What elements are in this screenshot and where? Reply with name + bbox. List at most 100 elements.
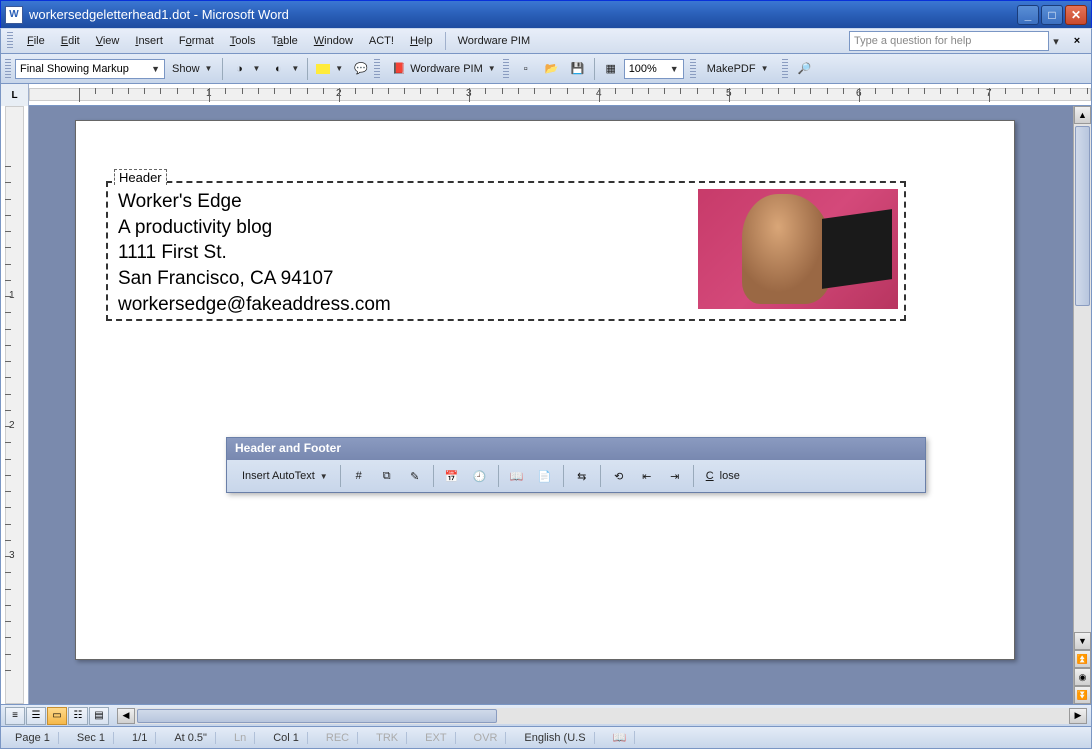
menu-insert[interactable]: Insert: [127, 32, 171, 50]
makepdf-button[interactable]: MakePDF▼: [700, 58, 776, 80]
vertical-ruler[interactable]: 123: [1, 106, 29, 704]
scroll-down-button[interactable]: ▼: [1074, 632, 1091, 650]
menu-table[interactable]: Table: [263, 32, 305, 50]
workspace: 123 Header Worker's Edge A productivity …: [0, 106, 1092, 705]
show-hide-doc-button[interactable]: 📄: [532, 464, 558, 488]
status-rec[interactable]: REC: [318, 732, 358, 744]
header-region[interactable]: Header Worker's Edge A productivity blog…: [106, 181, 906, 321]
menu-tools[interactable]: Tools: [222, 32, 264, 50]
scroll-right-button[interactable]: ▶: [1069, 708, 1087, 724]
markup-view-combo[interactable]: Final Showing Markup ▼: [15, 59, 165, 79]
web-view-button[interactable]: ☰: [26, 707, 46, 725]
toolbar-grip-icon[interactable]: [503, 59, 509, 79]
format-page-button[interactable]: ✎: [402, 464, 428, 488]
switch-header-footer-button[interactable]: ⟲: [606, 464, 632, 488]
calendar-icon: 📅: [444, 468, 460, 484]
header-footer-title[interactable]: Header and Footer: [227, 438, 925, 460]
menu-close-button[interactable]: ×: [1069, 33, 1085, 49]
scroll-track[interactable]: [135, 708, 1069, 724]
status-section[interactable]: Sec 1: [69, 732, 114, 744]
page[interactable]: Header Worker's Edge A productivity blog…: [75, 120, 1015, 660]
header-footer-toolbar[interactable]: Header and Footer Insert AutoText▼ # ⧉ ✎…: [226, 437, 926, 493]
show-button[interactable]: Show▼: [165, 58, 219, 80]
toolbar-grip-icon[interactable]: [5, 59, 11, 79]
status-at[interactable]: At 0.5": [166, 732, 216, 744]
scroll-left-button[interactable]: ◀: [117, 708, 135, 724]
next-change-button[interactable]: ◐▼: [265, 58, 304, 80]
minimize-button[interactable]: _: [1017, 5, 1039, 25]
new-button[interactable]: ▫: [513, 58, 539, 80]
scroll-up-button[interactable]: ▲: [1074, 106, 1091, 124]
horizontal-scrollbar[interactable]: ◀ ▶: [117, 708, 1087, 724]
menu-format[interactable]: Format: [171, 32, 222, 50]
status-ovr[interactable]: OVR: [466, 732, 507, 744]
print-layout-view-button[interactable]: ▭: [47, 707, 67, 725]
insert-time-button[interactable]: 🕘: [467, 464, 493, 488]
same-as-previous-button[interactable]: ⇆: [569, 464, 595, 488]
status-page[interactable]: Page 1: [7, 732, 59, 744]
help-search-input[interactable]: Type a question for help: [849, 31, 1049, 51]
zoom-combo[interactable]: 100% ▼: [624, 59, 684, 79]
floppy-icon: 💾: [570, 61, 586, 77]
menu-wordware[interactable]: Wordware PIM: [450, 32, 539, 50]
insert-pages-button[interactable]: ⧉: [374, 464, 400, 488]
scroll-thumb[interactable]: [137, 709, 497, 723]
insert-date-button[interactable]: 📅: [439, 464, 465, 488]
menu-view[interactable]: View: [88, 32, 128, 50]
scroll-track[interactable]: [1074, 124, 1091, 632]
menu-help[interactable]: Help: [402, 32, 441, 50]
browse-object-button[interactable]: ◉: [1074, 668, 1091, 686]
book-icon: 📕: [391, 61, 407, 77]
save-button[interactable]: 💾: [565, 58, 591, 80]
browse-next-button[interactable]: ⏬: [1074, 686, 1091, 704]
browse-prev-button[interactable]: ⏫: [1074, 650, 1091, 668]
view-buttons: ≡ ☰ ▭ ☷ ▤: [1, 707, 113, 725]
reading-view-button[interactable]: ▤: [89, 707, 109, 725]
header-image[interactable]: [698, 189, 898, 309]
status-pages[interactable]: 1/1: [124, 732, 156, 744]
vertical-scrollbar[interactable]: ▲ ▼ ⏫ ◉ ⏬: [1073, 106, 1091, 704]
menu-act[interactable]: ACT!: [361, 32, 402, 50]
toolbar-grip-icon[interactable]: [7, 32, 13, 50]
excel-button[interactable]: ▦: [598, 58, 624, 80]
toolbar-grip-icon[interactable]: [782, 59, 788, 79]
menu-window[interactable]: Window: [306, 32, 361, 50]
header-label: Header: [114, 169, 167, 185]
status-spellcheck-icon[interactable]: 📖: [605, 731, 636, 744]
spreadsheet-icon: ▦: [603, 61, 619, 77]
status-trk[interactable]: TRK: [368, 732, 407, 744]
insert-page-number-button[interactable]: #: [346, 464, 372, 488]
comment-button[interactable]: 💬: [348, 58, 374, 80]
document-area[interactable]: Header Worker's Edge A productivity blog…: [29, 106, 1073, 704]
normal-view-button[interactable]: ≡: [5, 707, 25, 725]
status-language[interactable]: English (U.S: [516, 732, 594, 744]
help-search-dropdown-icon[interactable]: ▾: [1049, 32, 1063, 50]
separator: [222, 58, 223, 80]
close-button[interactable]: ✕: [1065, 5, 1087, 25]
outline-view-button[interactable]: ☷: [68, 707, 88, 725]
horizontal-ruler[interactable]: 1234567: [29, 84, 1091, 105]
ruler-corner[interactable]: L: [1, 84, 29, 106]
prev-change-button[interactable]: ◑▼: [226, 58, 265, 80]
insert-autotext-button[interactable]: Insert AutoText▼: [235, 464, 335, 488]
scroll-thumb[interactable]: [1075, 126, 1090, 306]
research-button[interactable]: 🔎: [792, 58, 818, 80]
page-setup-button[interactable]: 📖: [504, 464, 530, 488]
show-next-button[interactable]: ⇥: [662, 464, 688, 488]
switch-icon: ⟲: [611, 468, 627, 484]
toolbar-grip-icon[interactable]: [690, 59, 696, 79]
new-doc-icon: ▫: [518, 61, 534, 77]
wordware-pim-button[interactable]: 📕Wordware PIM▼: [384, 58, 502, 80]
bottom-strip: ≡ ☰ ▭ ☷ ▤ ◀ ▶: [0, 705, 1092, 727]
status-col[interactable]: Col 1: [265, 732, 308, 744]
open-button[interactable]: 📂: [539, 58, 565, 80]
menu-file[interactable]: File: [19, 32, 53, 50]
maximize-button[interactable]: □: [1041, 5, 1063, 25]
show-previous-button[interactable]: ⇤: [634, 464, 660, 488]
menu-edit[interactable]: Edit: [53, 32, 88, 50]
status-line[interactable]: Ln: [226, 732, 255, 744]
status-ext[interactable]: EXT: [417, 732, 455, 744]
highlight-button[interactable]: ▼: [311, 58, 348, 80]
close-header-footer-button[interactable]: Close: [699, 464, 747, 488]
toolbar-grip-icon[interactable]: [374, 59, 380, 79]
